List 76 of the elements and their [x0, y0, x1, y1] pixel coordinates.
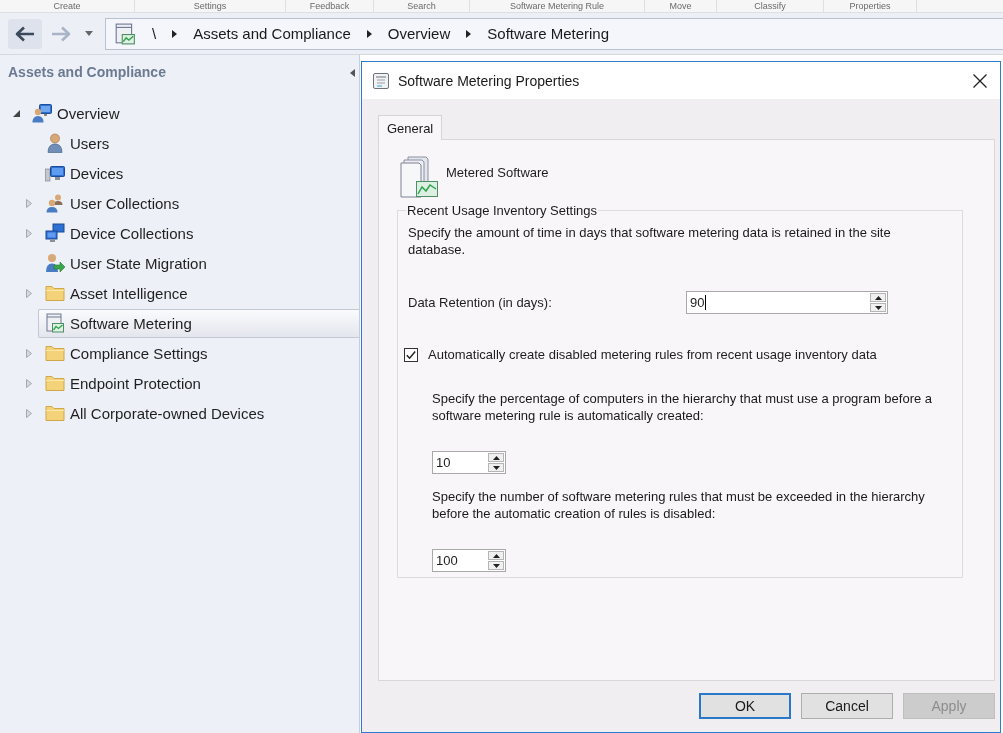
tree-item[interactable]: Asset Intelligence [38, 278, 359, 308]
folder-icon [45, 283, 65, 303]
breadcrumb-link[interactable]: Overview [387, 25, 451, 42]
ribbon-group-label[interactable]: Properties [824, 0, 917, 12]
ribbon-group-label[interactable]: Software Metering Rule [470, 0, 645, 12]
up-triangle-icon [874, 295, 882, 300]
ok-button[interactable]: OK [699, 693, 791, 719]
tree-item[interactable]: Devices [38, 158, 359, 188]
breadcrumb-root[interactable]: \ [152, 25, 157, 42]
close-icon [973, 73, 987, 88]
description-text: Specify the percentage of computers in the hierarchy that must use a program before a software metering rule is automatically created: [432, 390, 934, 424]
chart-document-icon [45, 313, 65, 333]
computer-user-icon [32, 103, 52, 123]
folder-icon [45, 343, 65, 363]
ribbon-group-label[interactable]: Feedback [286, 0, 374, 12]
field-label: Data Retention (in days): [408, 295, 553, 310]
folder-icon [45, 403, 65, 423]
down-triangle-icon [492, 563, 500, 568]
chart-document-icon [400, 156, 438, 198]
chart-document-icon [114, 22, 136, 45]
tree-item[interactable]: Endpoint Protection [38, 368, 359, 398]
checkbox-label: Automatically create disabled metering rules from recent usage inventory data [428, 346, 877, 363]
breadcrumb-link[interactable]: Software Metering [487, 25, 609, 42]
back-button[interactable] [8, 18, 42, 49]
chevron-icon[interactable] [366, 29, 372, 38]
breadcrumb-link[interactable]: Assets and Compliance [193, 25, 351, 42]
chevron-icon[interactable] [466, 29, 472, 38]
expanded-arrow-icon[interactable] [12, 109, 20, 117]
up-triangle-icon [492, 455, 500, 460]
group-title: Recent Usage Inventory Settings [406, 202, 599, 219]
down-triangle-icon [874, 305, 882, 310]
monitor-icon [45, 163, 65, 183]
right-arrow-icon [51, 25, 71, 42]
tree-item[interactable]: Users [38, 128, 359, 158]
dialog-title: Software Metering Properties [398, 72, 581, 89]
spin-down-button[interactable] [870, 303, 886, 312]
number-field[interactable]: 90 [686, 291, 888, 314]
monitors-icon [45, 223, 65, 243]
ribbon-group-label[interactable]: Search [374, 0, 470, 12]
people-icon [45, 193, 65, 213]
number-field[interactable]: 10 [432, 451, 506, 474]
tab[interactable]: General [378, 115, 443, 140]
chevron-icon[interactable] [172, 29, 178, 38]
cancel-button[interactable]: Cancel [801, 693, 893, 719]
ribbon-group-label[interactable]: Move [645, 0, 717, 12]
tree-item[interactable]: All Corporate-owned Devices [38, 398, 359, 428]
caret-icon [85, 31, 93, 36]
ribbon-group-label[interactable]: Classify [717, 0, 824, 12]
spin-up-button[interactable] [488, 453, 504, 462]
description-text: Specify the number of software metering rules that must be exceeded in the hierarchy before the automatic creation of rules is disabled: [432, 488, 926, 522]
spin-up-button[interactable] [488, 551, 504, 560]
folder-icon [45, 373, 65, 393]
ribbon-group-label[interactable]: Create [0, 0, 135, 12]
pane-title: Assets and Compliance [8, 64, 166, 81]
description-text: Specify the amount of time in days that software metering data is retained in the site database. [408, 224, 892, 258]
spin-down-button[interactable] [488, 561, 504, 570]
left-arrow-icon [15, 25, 35, 42]
section-title: Metered Software [446, 164, 549, 181]
down-triangle-icon [492, 465, 500, 470]
person-arrow-icon [45, 253, 65, 273]
ribbon-group-label[interactable]: Settings [135, 0, 286, 12]
tree-item[interactable]: User Collections [38, 188, 359, 218]
person-icon [45, 133, 65, 153]
up-triangle-icon [492, 553, 500, 558]
collapse-icon[interactable] [350, 68, 355, 77]
spin-up-button[interactable] [870, 293, 886, 302]
tree-item[interactable]: Device Collections [38, 218, 359, 248]
tree-item[interactable]: Overview [25, 98, 359, 128]
tree-item[interactable]: Software Metering [38, 308, 359, 338]
checkbox[interactable] [404, 347, 418, 362]
tree-item[interactable]: User State Migration [38, 248, 359, 278]
number-field[interactable]: 100 [432, 549, 506, 572]
address-bar[interactable]: \ Assets and Compliance Overview Software Metering [105, 17, 1003, 50]
tree-item[interactable]: Compliance Settings [38, 338, 359, 368]
spin-down-button[interactable] [488, 463, 504, 472]
document-icon [372, 71, 390, 90]
